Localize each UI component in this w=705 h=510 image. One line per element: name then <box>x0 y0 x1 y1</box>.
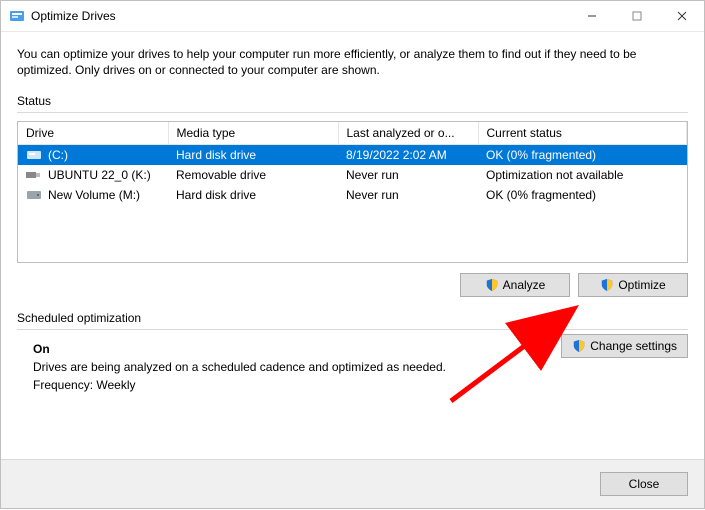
drive-last: Never run <box>338 165 478 185</box>
drives-table[interactable]: Drive Media type Last analyzed or o... C… <box>17 121 688 263</box>
optimize-label: Optimize <box>618 278 665 292</box>
optimize-button[interactable]: Optimize <box>578 273 688 297</box>
intro-text: You can optimize your drives to help you… <box>17 46 688 78</box>
drive-media: Removable drive <box>168 165 338 185</box>
app-icon <box>9 8 25 24</box>
col-last[interactable]: Last analyzed or o... <box>338 122 478 145</box>
schedule-label: Scheduled optimization <box>17 311 688 325</box>
titlebar: Optimize Drives <box>1 1 704 32</box>
change-settings-label: Change settings <box>590 339 677 353</box>
table-row[interactable]: (C:) Hard disk drive8/19/2022 2:02 AMOK (… <box>18 145 687 166</box>
schedule-freq: Frequency: Weekly <box>33 378 688 392</box>
drive-status: Optimization not available <box>478 165 687 185</box>
close-button[interactable]: Close <box>600 472 688 496</box>
change-settings-button[interactable]: Change settings <box>561 334 688 358</box>
close-window-button[interactable] <box>659 1 704 31</box>
col-status[interactable]: Current status <box>478 122 687 145</box>
drive-icon <box>26 169 42 181</box>
schedule-divider <box>17 329 688 330</box>
bottom-bar: Close <box>1 459 704 508</box>
table-row[interactable]: New Volume (M:) Hard disk driveNever runO… <box>18 185 687 205</box>
drive-media: Hard disk drive <box>168 145 338 166</box>
drive-name: (C:) <box>48 148 68 162</box>
drive-icon <box>26 149 42 161</box>
drive-status: OK (0% fragmented) <box>478 185 687 205</box>
col-drive[interactable]: Drive <box>18 122 168 145</box>
drive-last: Never run <box>338 185 478 205</box>
drive-status: OK (0% fragmented) <box>478 145 687 166</box>
drive-name: New Volume (M:) <box>48 188 140 202</box>
status-label: Status <box>17 94 688 108</box>
close-label: Close <box>629 477 660 491</box>
window-title: Optimize Drives <box>31 9 569 23</box>
maximize-button[interactable] <box>614 1 659 31</box>
shield-icon <box>485 278 499 292</box>
analyze-button[interactable]: Analyze <box>460 273 570 297</box>
drive-icon <box>26 189 42 201</box>
shield-icon <box>572 339 586 353</box>
minimize-button[interactable] <box>569 1 614 31</box>
table-row[interactable]: UBUNTU 22_0 (K:) Removable driveNever run… <box>18 165 687 185</box>
analyze-label: Analyze <box>503 278 546 292</box>
schedule-desc: Drives are being analyzed on a scheduled… <box>33 360 688 374</box>
col-media[interactable]: Media type <box>168 122 338 145</box>
shield-icon <box>600 278 614 292</box>
status-divider <box>17 112 688 113</box>
window-controls <box>569 1 704 31</box>
drive-last: 8/19/2022 2:02 AM <box>338 145 478 166</box>
drive-media: Hard disk drive <box>168 185 338 205</box>
table-header-row[interactable]: Drive Media type Last analyzed or o... C… <box>18 122 687 145</box>
drive-name: UBUNTU 22_0 (K:) <box>48 168 151 182</box>
